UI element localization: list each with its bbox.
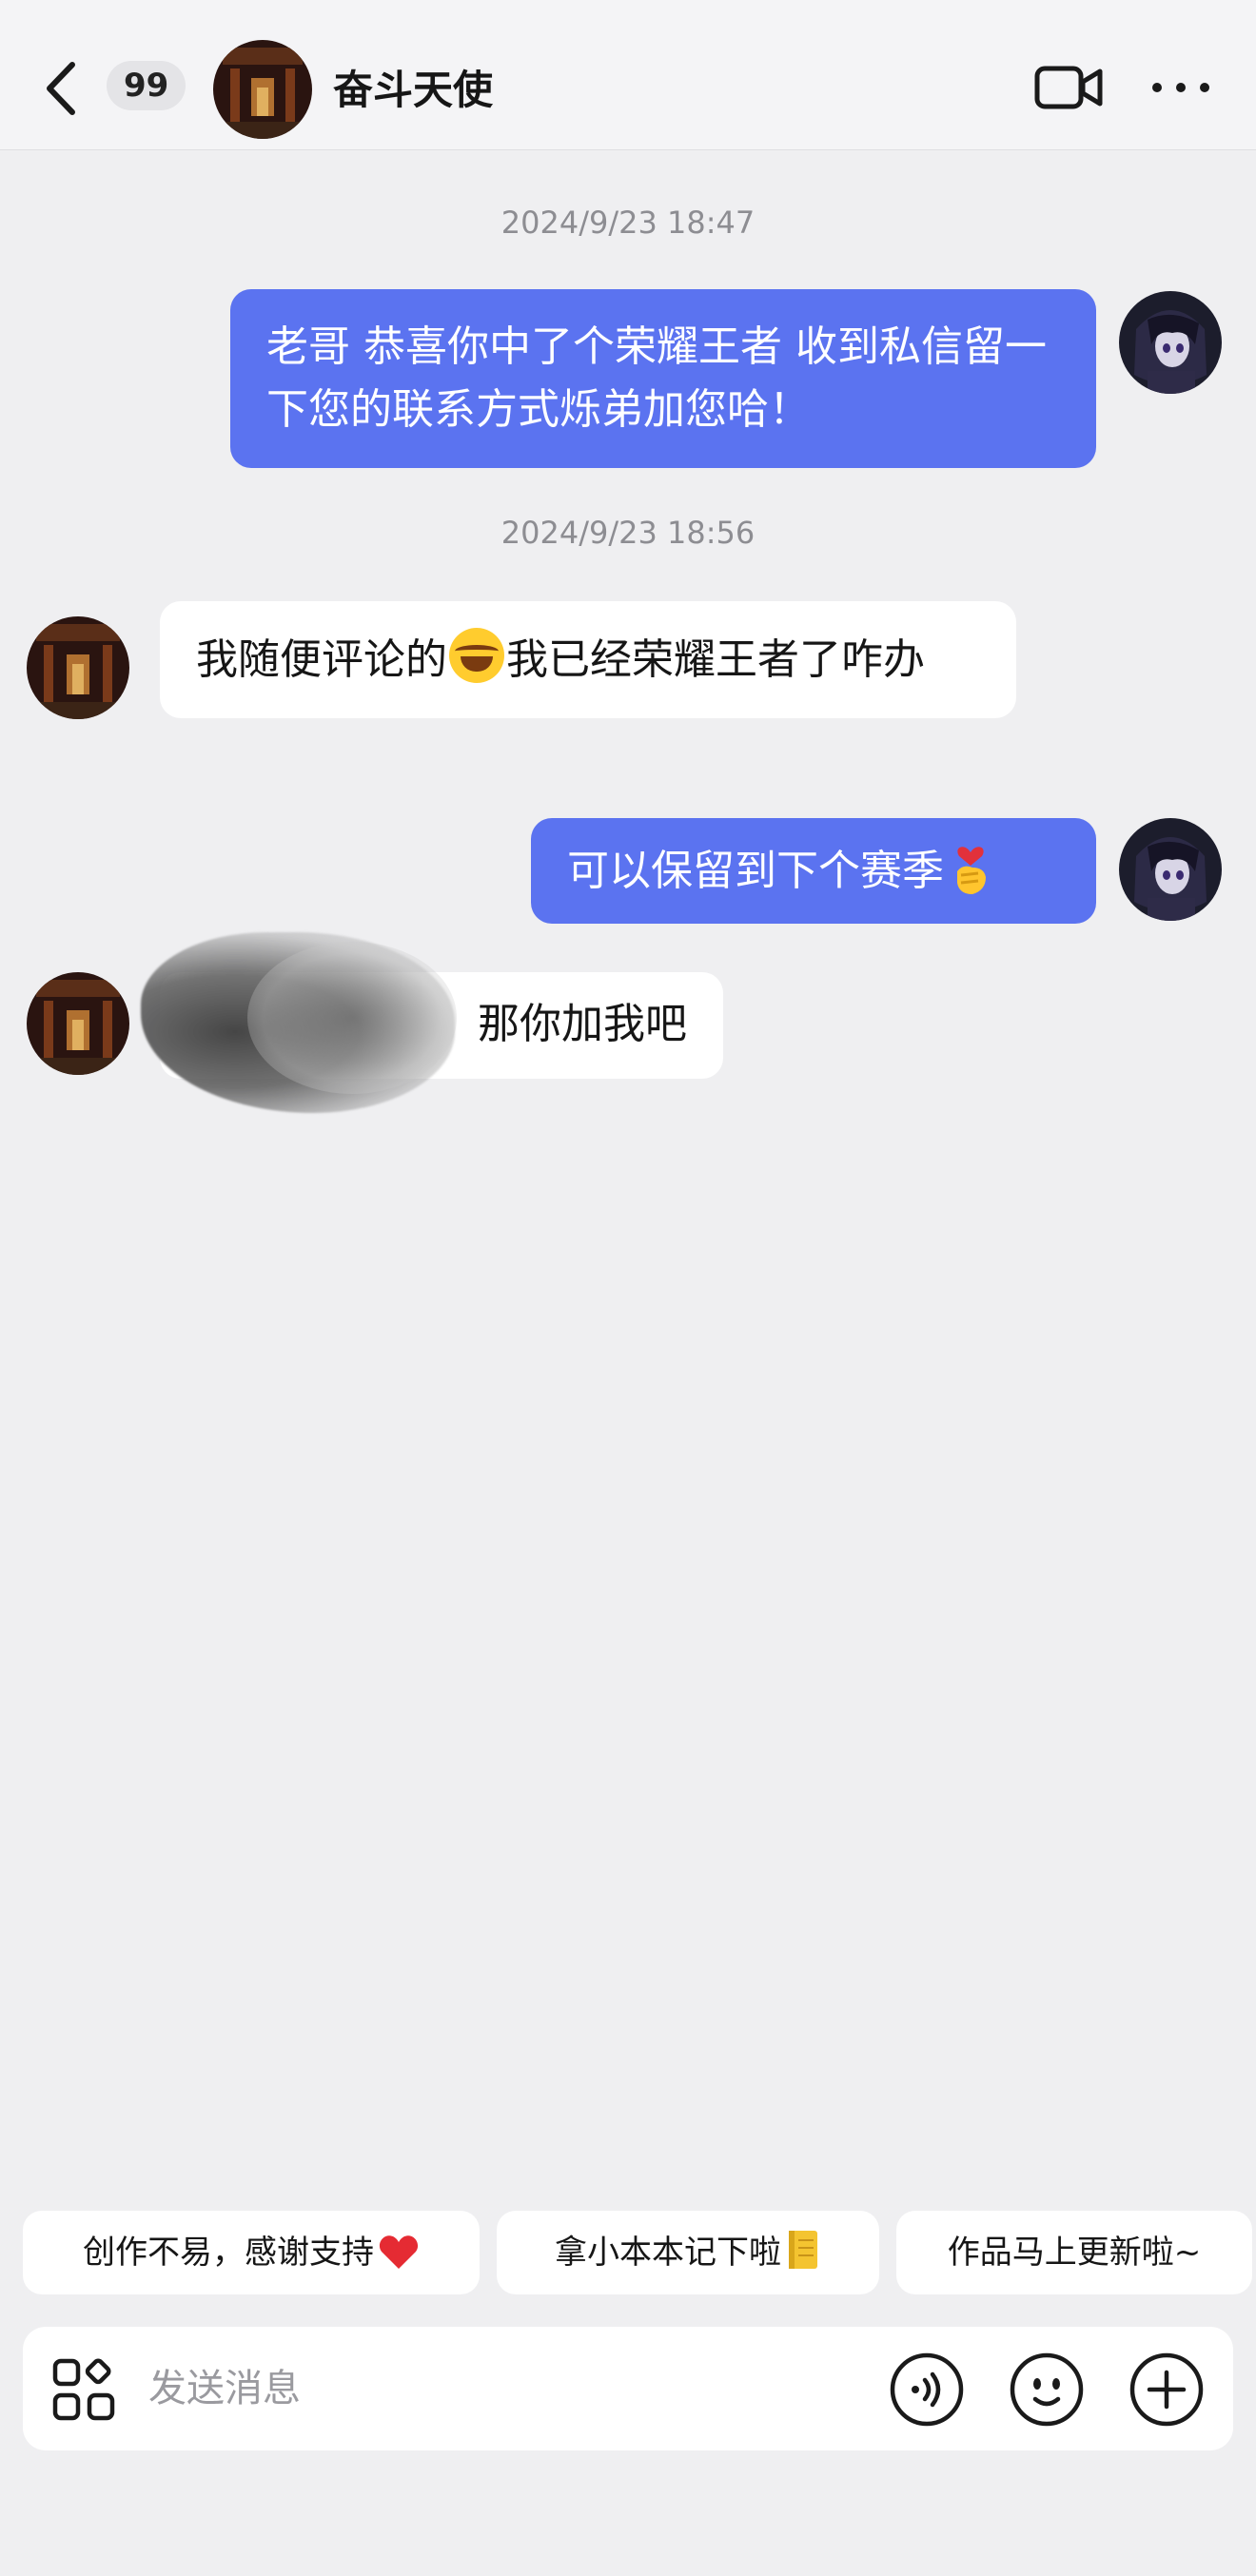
- outgoing-message-bubble[interactable]: 可以保留到下个赛季: [531, 818, 1096, 924]
- apps-icon[interactable]: [51, 2357, 116, 2422]
- contact-name[interactable]: 奋斗天使: [333, 63, 493, 118]
- my-avatar[interactable]: [1119, 818, 1222, 921]
- contact-avatar[interactable]: [27, 616, 129, 719]
- message-text: 老哥 恭喜你中了个荣耀王者 收到私信留一下您的联系方式烁弟加您哈！: [266, 322, 1047, 434]
- message-timestamp: 2024/9/23 18:47: [500, 205, 756, 241]
- quick-reply-chip[interactable]: 作品马上更新啦~: [896, 2211, 1252, 2294]
- message-input[interactable]: [148, 2353, 872, 2424]
- back-icon[interactable]: [38, 55, 88, 122]
- message-text: 我已经荣耀王者了咋办: [506, 635, 925, 684]
- message-text: 可以保留到下个赛季: [567, 847, 944, 895]
- video-call-icon[interactable]: [1033, 63, 1104, 112]
- chat-screen: 99 奋斗天使 2024/9/23 18:47 老哥 恭喜你中了个荣耀王者 收到…: [0, 0, 1256, 2576]
- my-avatar[interactable]: [1119, 291, 1222, 394]
- quick-reply-chip[interactable]: 创作不易，感谢支持: [23, 2211, 480, 2294]
- add-icon[interactable]: [1128, 2352, 1205, 2428]
- quick-reply-label: 创作不易，感谢支持: [83, 2234, 374, 2272]
- message-timestamp: 2024/9/23 18:56: [500, 515, 756, 551]
- tears-of-joy-emoji: [449, 628, 504, 683]
- notebook-emoji: [789, 2231, 817, 2269]
- finger-heart-emoji: [957, 847, 986, 894]
- message-text: 我随便评论的: [196, 635, 447, 684]
- contact-avatar[interactable]: [213, 40, 312, 139]
- more-icon[interactable]: [1149, 78, 1212, 97]
- message-composer: [23, 2327, 1233, 2450]
- emoji-icon[interactable]: [1009, 2352, 1085, 2428]
- voice-icon[interactable]: [889, 2352, 965, 2428]
- chat-header: 99 奋斗天使: [0, 0, 1256, 150]
- red-heart-emoji: [379, 2235, 419, 2269]
- quick-reply-chip[interactable]: 拿小本本记下啦: [497, 2211, 879, 2294]
- redaction-scribble: [247, 942, 457, 1094]
- incoming-message-bubble[interactable]: 我随便评论的 我已经荣耀王者了咋办: [160, 601, 1016, 718]
- quick-reply-label: 作品马上更新啦~: [947, 2234, 1202, 2272]
- unread-count-badge[interactable]: 99: [107, 61, 186, 110]
- contact-avatar[interactable]: [27, 972, 129, 1075]
- outgoing-message-bubble[interactable]: 老哥 恭喜你中了个荣耀王者 收到私信留一下您的联系方式烁弟加您哈！: [230, 289, 1096, 468]
- message-text: 那你加我吧: [478, 1000, 687, 1048]
- quick-reply-label: 拿小本本记下啦: [555, 2234, 781, 2272]
